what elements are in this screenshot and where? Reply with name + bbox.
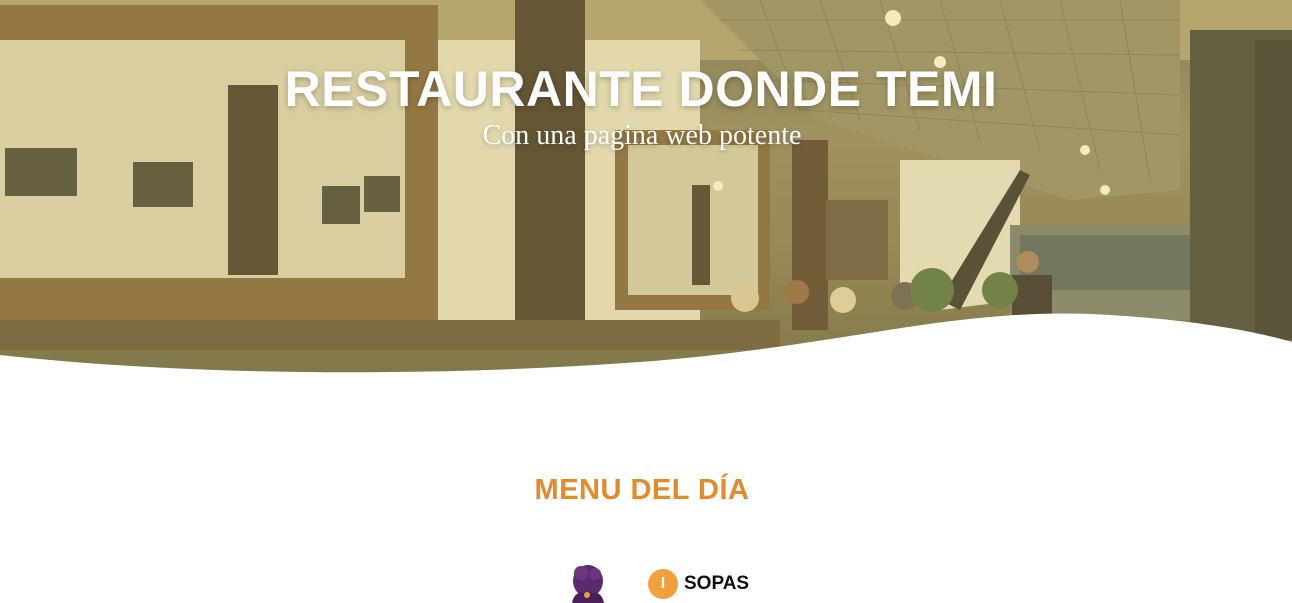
hero-wave-divider	[0, 313, 1292, 380]
menu-item-number-badge: I	[648, 569, 678, 599]
hero-subtitle: Con una pagina web potente	[482, 120, 802, 151]
hero-title: RESTAURANTE DONDE TEMI	[284, 61, 998, 117]
menu-heading: MENU DEL DÍA	[534, 474, 750, 506]
hero-banner: RESTAURANTE DONDE TEMI Con una pagina we…	[0, 0, 1292, 380]
chef-illustration	[572, 565, 604, 603]
menu-item-label: SOPAS	[684, 573, 750, 594]
menu-item-sopas[interactable]: I SOPAS	[648, 568, 749, 600]
